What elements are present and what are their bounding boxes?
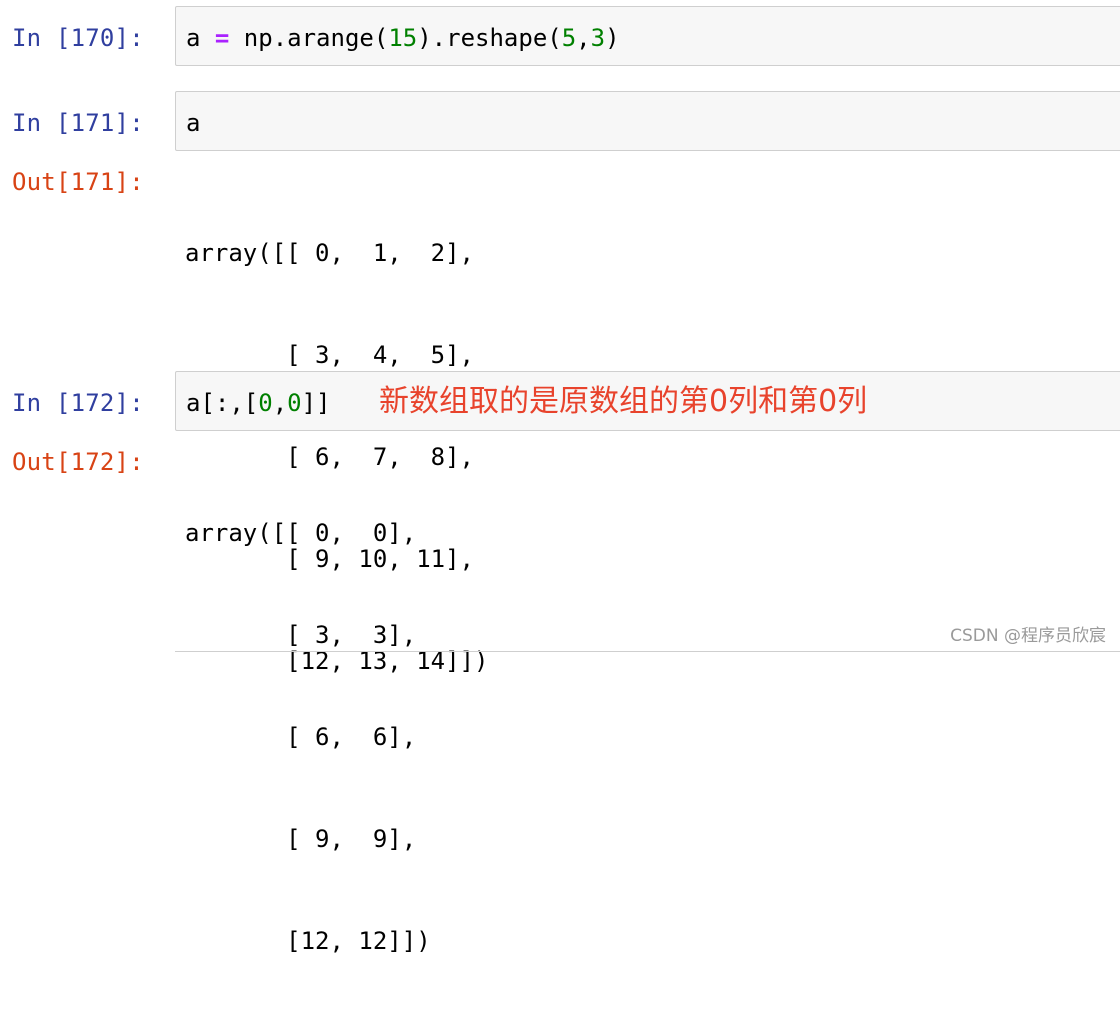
input-prompt-172: In [172]:: [12, 389, 144, 417]
cell-172: In [172]: a[:,[0,0]] 新数组取的是原数组的第0列和第0列 O…: [0, 365, 1120, 955]
output-line: [ 3, 3],: [185, 621, 417, 649]
annotation-comment: 新数组取的是原数组的第0列和第0列: [379, 384, 868, 419]
cell-171: In [171]: a Out[171]: array([[ 0, 1, 2],…: [0, 85, 1120, 675]
output-line: array([[ 0, 0],: [185, 519, 417, 547]
code-text-170: a = np.arange(15).reshape(5,3): [186, 24, 620, 52]
output-line: [ 6, 6],: [185, 723, 417, 751]
output-172: array([[ 0, 0], [ 3, 3], [ 6, 6], [ 9, 9…: [185, 448, 431, 1026]
output-line: [12, 12]]): [185, 927, 431, 955]
cell-170: In [170]: a = np.arange(15).reshape(5,3): [0, 0, 1120, 70]
input-prompt-170: In [170]:: [12, 24, 144, 52]
code-input-170[interactable]: a = np.arange(15).reshape(5,3): [175, 6, 1120, 66]
output-prompt-171: Out[171]:: [12, 168, 144, 196]
output-line: array([[ 0, 1, 2],: [185, 239, 474, 267]
watermark: CSDN @程序员欣宸: [950, 626, 1106, 646]
code-text-172: a[:,[0,0]]: [186, 389, 331, 417]
output-prompt-172: Out[172]:: [12, 448, 144, 476]
input-prompt-171: In [171]:: [12, 109, 144, 137]
code-input-172[interactable]: a[:,[0,0]] 新数组取的是原数组的第0列和第0列: [175, 371, 1120, 431]
code-input-171[interactable]: a: [175, 91, 1120, 151]
next-cell-border: [175, 651, 1120, 652]
code-text-171: a: [186, 109, 201, 137]
output-line: [ 9, 9],: [185, 825, 417, 853]
